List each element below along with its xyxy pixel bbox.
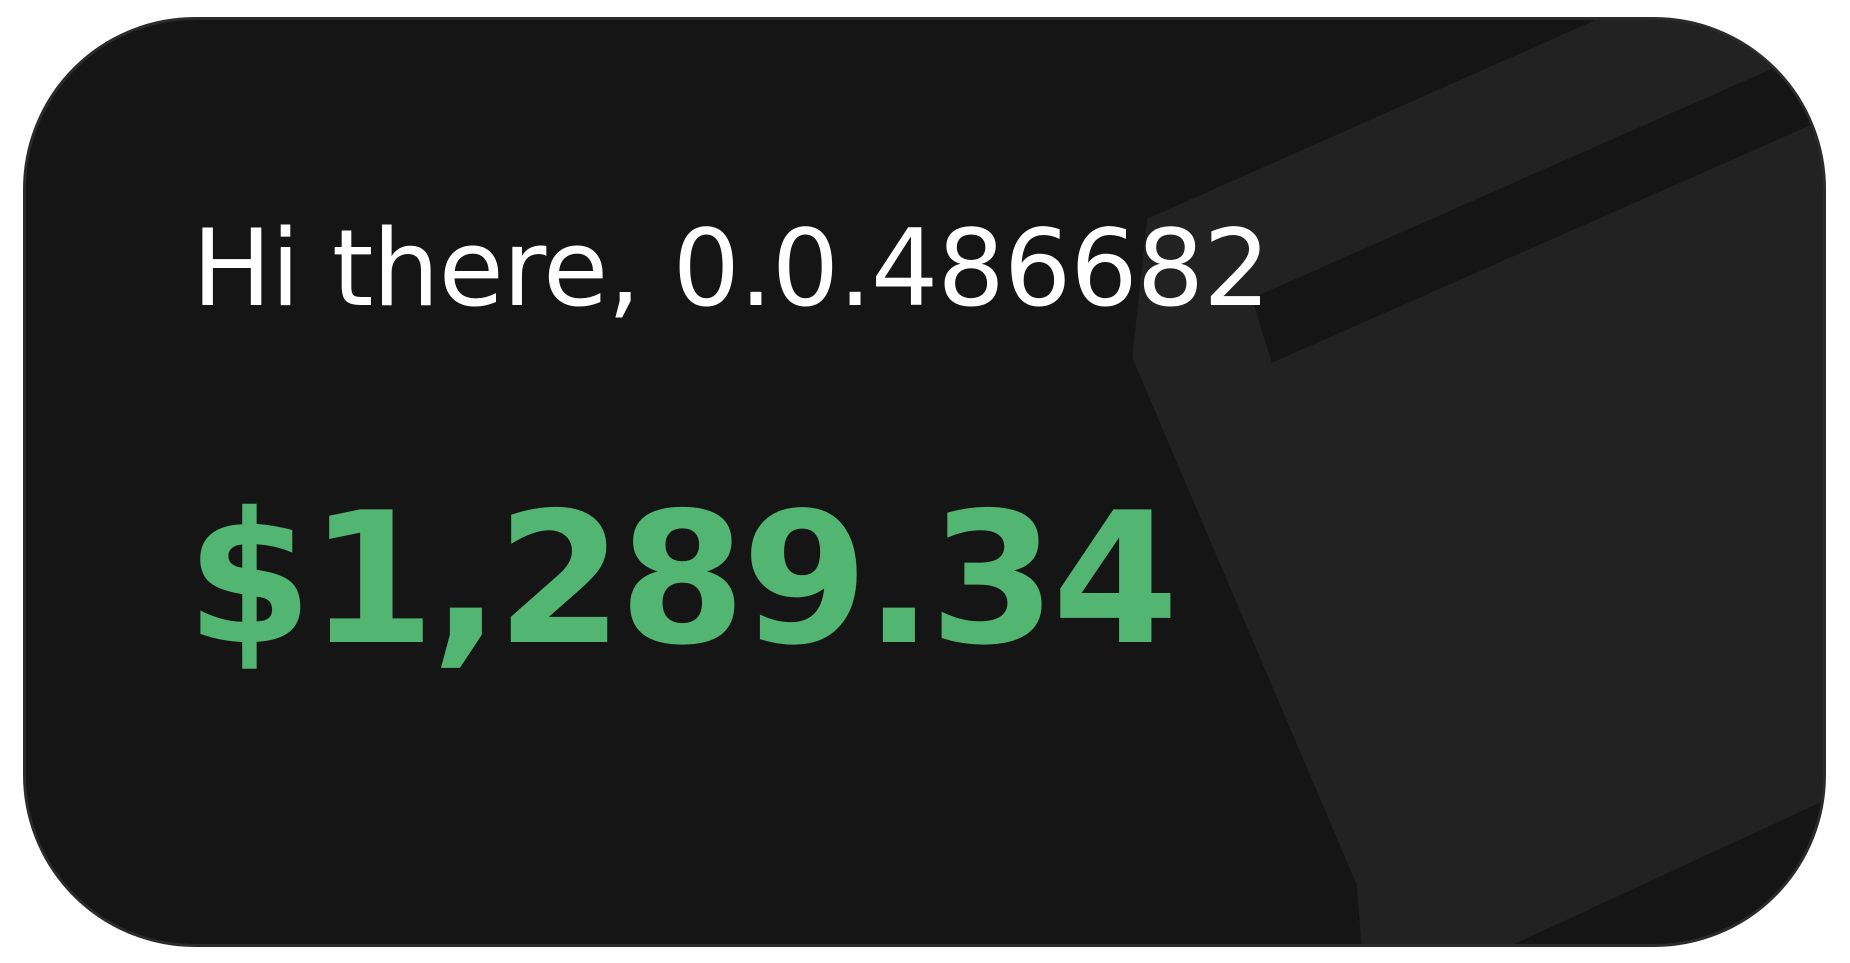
balance-amount: $1,289.34 xyxy=(186,473,1179,685)
greeting-text: Hi there, 0.0.486682 xyxy=(192,207,1271,330)
wallet-balance-card: Hi there, 0.0.486682 $1,289.34 xyxy=(23,17,1826,947)
